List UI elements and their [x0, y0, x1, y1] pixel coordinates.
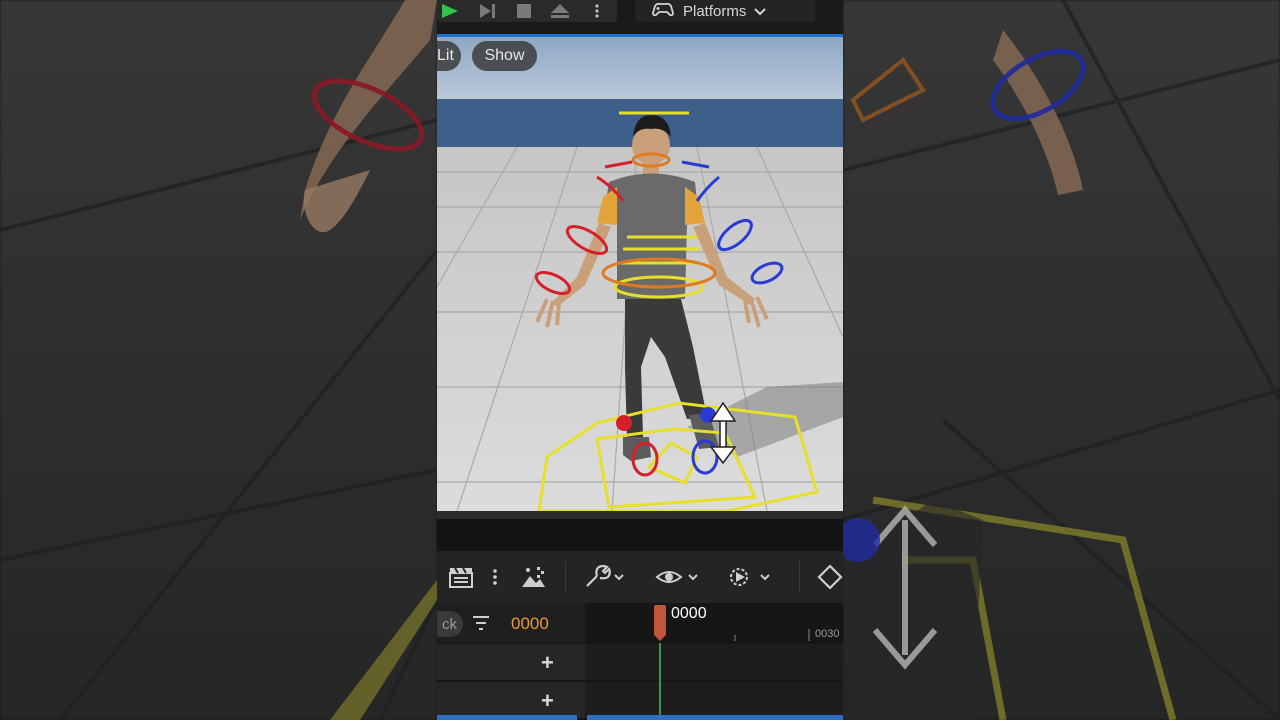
more-options-icon[interactable]: [492, 563, 498, 591]
clapperboard-icon[interactable]: [447, 563, 475, 591]
playback-settings-icon[interactable]: [727, 563, 775, 591]
ruler-tick-label: 0030: [815, 628, 840, 640]
blurred-background-left: [0, 0, 437, 720]
platforms-label: Platforms: [683, 2, 747, 20]
eject-icon[interactable]: [547, 0, 573, 22]
track-search-field[interactable]: ck: [437, 611, 463, 637]
chevron-down-icon: [754, 3, 767, 20]
viewport-scene: [437, 37, 843, 511]
eye-icon[interactable]: [655, 563, 703, 591]
screenshot-stage: Platforms Lit Show ck 0000 0000 0030 + +: [0, 0, 1280, 720]
playhead-line: [659, 643, 661, 720]
render-movie-icon[interactable]: [519, 563, 547, 591]
current-frame-field[interactable]: 0000: [511, 614, 549, 634]
more-options-icon[interactable]: [587, 0, 607, 22]
track-list: + +: [437, 643, 843, 720]
step-forward-icon[interactable]: [475, 0, 501, 22]
platforms-button[interactable]: Platforms: [635, 0, 815, 22]
selection-indicator: [437, 715, 577, 720]
lit-label: Lit: [437, 47, 454, 64]
show-button[interactable]: Show: [472, 41, 537, 71]
track-header: ck 0000: [437, 603, 585, 643]
unreal-editor-window: Platforms Lit Show ck 0000 0000 0030 + +: [437, 0, 843, 720]
filter-icon[interactable]: [471, 614, 491, 637]
play-icon[interactable]: [437, 0, 463, 22]
gamepad-icon: [651, 0, 675, 22]
panel-divider[interactable]: [437, 511, 843, 519]
level-viewport[interactable]: Lit Show: [437, 37, 843, 511]
sequencer-toolbar: [437, 551, 843, 603]
timeline-ruler[interactable]: 0000 0030: [585, 603, 843, 643]
main-toolbar: Platforms: [437, 0, 843, 34]
toolbar-separator: [799, 561, 800, 593]
playhead-handle[interactable]: [653, 605, 667, 641]
stop-icon[interactable]: [513, 0, 535, 22]
wrench-icon[interactable]: [583, 563, 627, 591]
key-icon[interactable]: [817, 563, 843, 591]
toolbar-separator: [565, 561, 566, 593]
selection-indicator: [587, 715, 843, 720]
playhead-frame-label: 0000: [671, 605, 707, 622]
panel-tab-area: [437, 519, 843, 551]
play-controls: [437, 0, 617, 22]
blurred-background-right: [843, 0, 1280, 720]
